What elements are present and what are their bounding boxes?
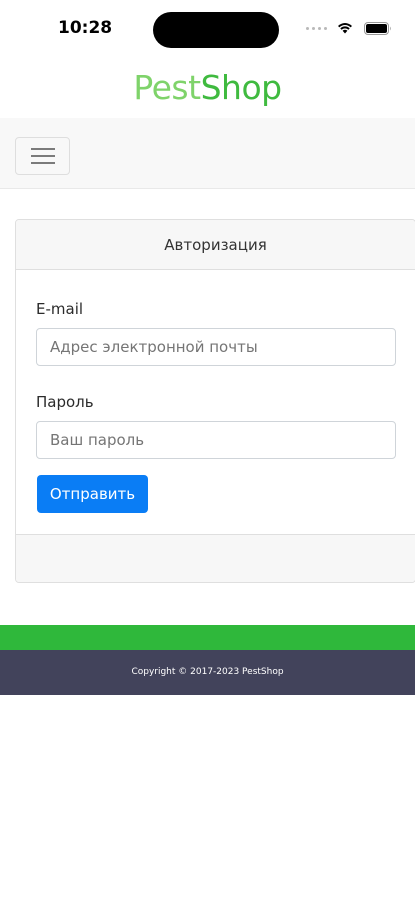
logo-text-shop: Shop bbox=[200, 68, 283, 107]
cellular-signal-icon bbox=[306, 27, 327, 30]
password-label: Пароль bbox=[36, 393, 94, 411]
email-field[interactable] bbox=[36, 328, 396, 366]
logo-text-pest: Pest bbox=[133, 68, 201, 107]
navbar bbox=[0, 118, 415, 189]
copyright-text: Copyright © 2017-2023 PestShop bbox=[131, 667, 284, 677]
status-time: 10:28 bbox=[58, 18, 113, 38]
menu-toggle-button[interactable] bbox=[15, 137, 70, 175]
site-logo[interactable]: PestShop bbox=[0, 66, 415, 110]
dynamic-island bbox=[153, 12, 279, 48]
battery-icon bbox=[364, 22, 391, 35]
auth-card-footer bbox=[16, 534, 415, 582]
email-label: E-mail bbox=[36, 300, 84, 318]
footer: Copyright © 2017-2023 PestShop bbox=[0, 650, 415, 695]
auth-card-title: Авторизация bbox=[16, 220, 415, 270]
wifi-icon bbox=[338, 23, 352, 34]
footer-stripe bbox=[0, 625, 415, 650]
status-bar: 10:28 bbox=[0, 0, 415, 58]
hamburger-menu-icon bbox=[31, 148, 55, 150]
submit-button[interactable]: Отправить bbox=[37, 475, 148, 513]
password-field[interactable] bbox=[36, 421, 396, 459]
auth-card: Авторизация E-mail Пароль Отправить bbox=[15, 219, 415, 583]
